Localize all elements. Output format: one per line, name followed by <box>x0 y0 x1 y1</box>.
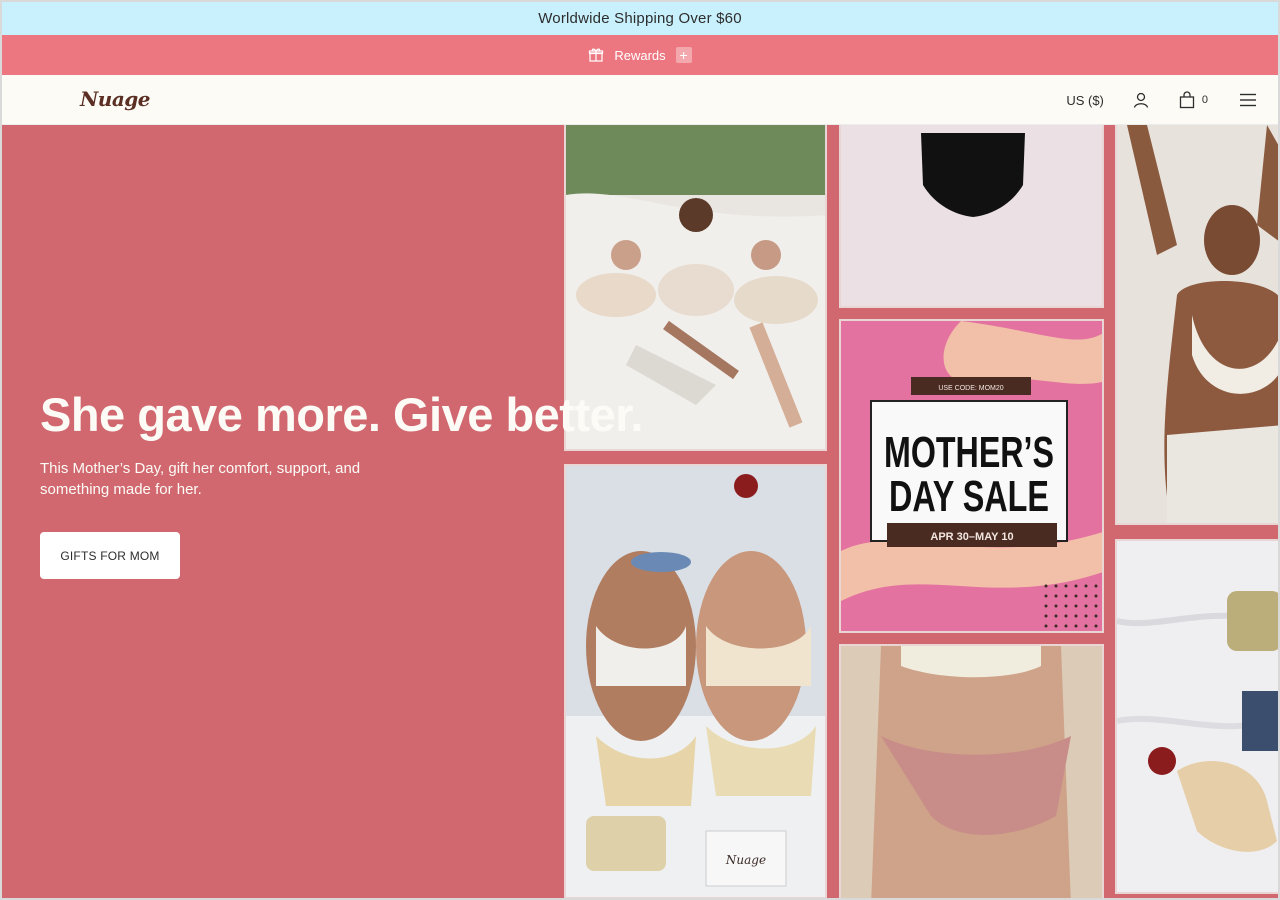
hero-copy: She gave more. Give better. This Mother’… <box>40 387 644 579</box>
promo-card[interactable]: USE CODE: MOM20 MOTHER’S DAY SALE APR 30… <box>839 319 1104 633</box>
cart-icon <box>1178 91 1196 109</box>
gift-icon <box>588 47 604 63</box>
promo-code-label: USE CODE: MOM20 <box>938 385 1003 392</box>
promo-dates: APR 30–MAY 10 <box>930 531 1013 543</box>
rewards-label: Rewards <box>614 47 666 63</box>
logo[interactable]: Nuage <box>80 87 151 111</box>
photo-bra-on-bed <box>1115 539 1278 894</box>
account-icon[interactable] <box>1130 89 1152 111</box>
photo-pink-underwear <box>839 644 1104 898</box>
product-box-text: Nuage <box>725 853 766 867</box>
header-actions: US ($) 0 <box>1066 75 1258 125</box>
currency-selector[interactable]: US ($) <box>1066 93 1104 108</box>
hero-subtitle: This Mother’s Day, gift her comfort, sup… <box>40 460 361 498</box>
hero-title: She gave more. Give better. <box>40 388 644 441</box>
image-collage: USE CODE: MOM20 MOTHER’S DAY SALE APR 30… <box>562 125 1278 898</box>
hero-banner: USE CODE: MOM20 MOTHER’S DAY SALE APR 30… <box>2 125 1278 898</box>
rewards-bar[interactable]: Rewards + <box>2 35 1278 75</box>
photo-woman-arms-raised <box>1115 125 1278 525</box>
announcement-bar: Worldwide Shipping Over $60 <box>2 2 1278 35</box>
gifts-for-mom-button[interactable]: GIFTS FOR MOM <box>40 532 180 579</box>
promo-headline-2: DAY SALE <box>889 472 1049 521</box>
cart-button[interactable]: 0 <box>1178 91 1208 109</box>
announcement-text: Worldwide Shipping Over $60 <box>538 10 742 27</box>
promo-headline-1: MOTHER’S <box>884 428 1054 477</box>
menu-icon[interactable] <box>1238 90 1258 110</box>
photo-black-underwear <box>839 125 1104 308</box>
cart-count: 0 <box>1201 94 1208 106</box>
plus-icon[interactable]: + <box>675 47 692 63</box>
site-header: Nuage US ($) 0 <box>2 75 1278 125</box>
page-frame: Worldwide Shipping Over $60 Rewards + Nu… <box>0 0 1280 900</box>
